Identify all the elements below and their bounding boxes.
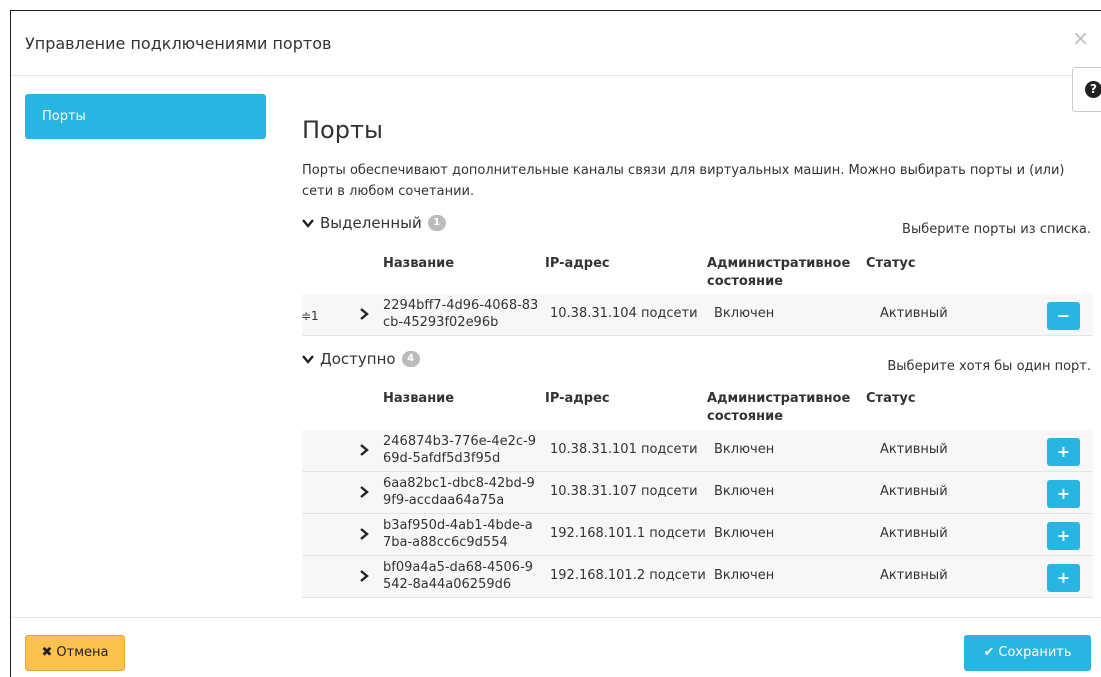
col-admin-header-line2: состояние	[707, 409, 784, 424]
available-count-badge: 4	[401, 351, 420, 367]
allocated-hint: Выберите порты из списка.	[902, 222, 1091, 237]
close-icon[interactable]: ×	[1072, 28, 1089, 48]
table-row: 6aa82bc1-dbc8-42bd-9 9f9-accdaa64a75a 10…	[302, 472, 1093, 514]
port-name: 6aa82bc1-dbc8-42bd-9 9f9-accdaa64a75a	[383, 475, 553, 509]
col-admin-header-line2: состояние	[707, 274, 784, 289]
port-name-line2: 542-8a44a06259d6	[383, 577, 512, 592]
header-divider	[11, 75, 1101, 76]
remove-port-button[interactable]: −	[1047, 302, 1080, 330]
available-hint: Выберите хотя бы один порт.	[887, 359, 1091, 374]
reorder-handle[interactable]: ≑1	[301, 309, 319, 323]
port-ip: 10.38.31.104 подсети	[550, 306, 698, 321]
port-ip: 192.168.101.2 подсети	[550, 568, 706, 583]
table-row: ≑1 2294bff7-4d96-4068-83 cb-45293f02e96b…	[301, 294, 1093, 336]
footer-divider	[11, 617, 1101, 618]
port-name-line2: 7ba-a88cc6c9d554	[383, 535, 508, 550]
checkmark-icon: ✔	[983, 645, 995, 660]
modal-title: Управление подключениями портов	[25, 34, 332, 53]
chevron-right-icon[interactable]	[358, 528, 370, 540]
port-name: b3af950d-4ab1-4bde-a 7ba-a88cc6c9d554	[383, 517, 553, 551]
port-admin-state: Включен	[714, 526, 775, 541]
port-admin-state: Включен	[714, 306, 775, 321]
close-icon: ✖	[41, 645, 53, 660]
col-admin-header-line1: Административное	[707, 256, 851, 271]
port-name-line2: cb-45293f02e96b	[383, 315, 499, 330]
chevron-right-icon[interactable]	[358, 308, 370, 320]
chevron-right-icon[interactable]	[358, 486, 370, 498]
port-name-line1: bf09a4a5-da68-4506-9	[383, 560, 534, 575]
port-name: bf09a4a5-da68-4506-9 542-8a44a06259d6	[383, 559, 553, 593]
col-name-header: Название	[383, 391, 455, 406]
allocated-label: Выделенный	[320, 214, 422, 232]
cancel-button[interactable]: ✖ Отмена	[25, 635, 125, 671]
save-label: Сохранить	[998, 645, 1072, 660]
port-name-line2: 69d-5afdf5d3f95d	[383, 451, 501, 466]
chevron-down-icon	[302, 355, 314, 364]
port-name-line1: 2294bff7-4d96-4068-83	[383, 298, 539, 313]
col-status-header: Статус	[866, 391, 916, 406]
chevron-down-icon	[302, 219, 314, 228]
col-status-header: Статус	[866, 256, 916, 271]
col-ip-header: IP-адрес	[545, 391, 610, 406]
port-name-line1: 246874b3-776e-4e2c-9	[383, 434, 536, 449]
port-name-line1: b3af950d-4ab1-4bde-a	[383, 518, 533, 533]
chevron-right-icon[interactable]	[358, 570, 370, 582]
col-name-header: Название	[383, 256, 455, 271]
available-label: Доступно	[320, 350, 396, 368]
col-admin-header: Административное состояние	[707, 390, 850, 426]
chevron-right-icon[interactable]	[358, 444, 370, 456]
port-name: 246874b3-776e-4e2c-9 69d-5afdf5d3f95d	[383, 433, 553, 467]
col-admin-header: Административное состояние	[707, 255, 850, 291]
sidebar-item-ports[interactable]: Порты	[25, 94, 266, 139]
modal-border-left	[10, 10, 11, 677]
port-status: Активный	[880, 526, 948, 541]
port-name-line1: 6aa82bc1-dbc8-42bd-9	[383, 476, 535, 491]
port-ip: 192.168.101.1 подсети	[550, 526, 706, 541]
port-status: Активный	[880, 484, 948, 499]
port-ip: 10.38.31.101 подсети	[550, 442, 698, 457]
save-button[interactable]: ✔ Сохранить	[964, 635, 1091, 671]
add-port-button[interactable]: +	[1047, 438, 1080, 466]
section-description: Порты обеспечивают дополнительные каналы…	[302, 163, 1065, 199]
table-row: b3af950d-4ab1-4bde-a 7ba-a88cc6c9d554 19…	[302, 514, 1093, 556]
section-title: Порты	[302, 116, 383, 144]
help-icon: ?	[1085, 81, 1101, 98]
add-port-button[interactable]: +	[1047, 564, 1080, 592]
col-ip-header: IP-адрес	[545, 256, 610, 271]
port-status: Активный	[880, 306, 948, 321]
allocated-group-toggle[interactable]: Выделенный 1	[302, 214, 446, 232]
modal-border-top	[10, 10, 1101, 11]
allocated-count-badge: 1	[427, 215, 446, 231]
table-row: bf09a4a5-da68-4506-9 542-8a44a06259d6 19…	[302, 556, 1093, 598]
table-row: 246874b3-776e-4e2c-9 69d-5afdf5d3f95d 10…	[302, 430, 1093, 472]
add-port-button[interactable]: +	[1047, 480, 1080, 508]
port-ip: 10.38.31.107 подсети	[550, 484, 698, 499]
port-status: Активный	[880, 568, 948, 583]
available-group-toggle[interactable]: Доступно 4	[302, 350, 420, 368]
port-status: Активный	[880, 442, 948, 457]
port-admin-state: Включен	[714, 484, 775, 499]
help-button[interactable]: ?	[1072, 67, 1101, 112]
col-admin-header-line1: Административное	[707, 391, 851, 406]
port-admin-state: Включен	[714, 568, 775, 583]
port-name-line2: 9f9-accdaa64a75a	[383, 493, 505, 508]
port-name: 2294bff7-4d96-4068-83 cb-45293f02e96b	[383, 297, 553, 331]
add-port-button[interactable]: +	[1047, 522, 1080, 550]
cancel-label: Отмена	[56, 645, 109, 660]
port-admin-state: Включен	[714, 442, 775, 457]
